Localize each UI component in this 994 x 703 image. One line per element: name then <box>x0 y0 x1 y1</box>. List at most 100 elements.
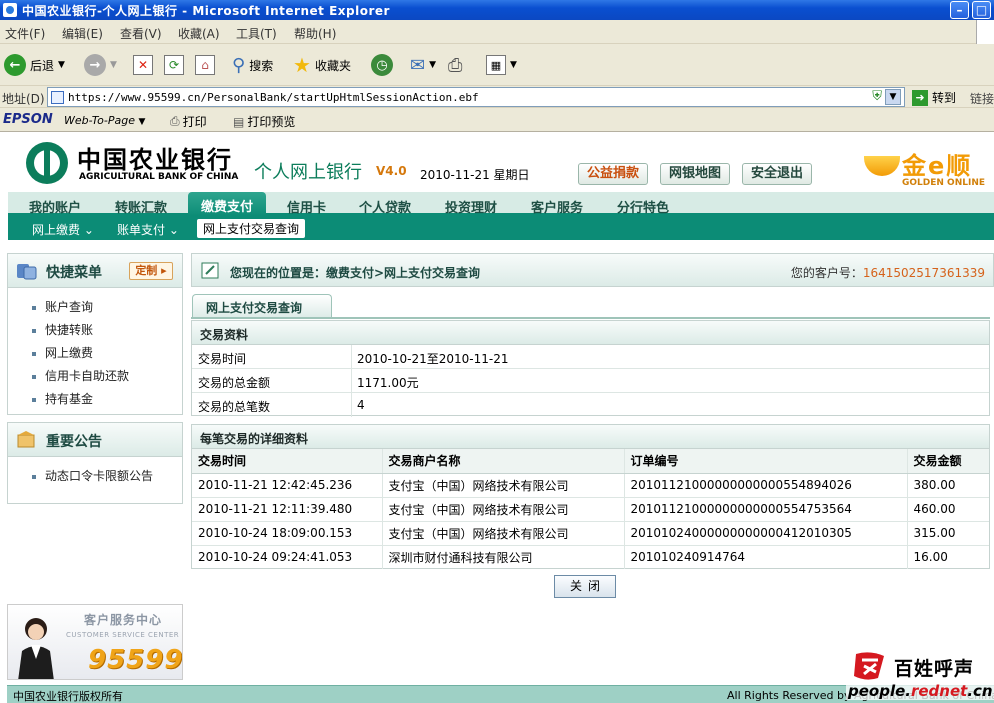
history-button[interactable]: ◷ <box>371 52 393 78</box>
summary-title: 交易资料 <box>192 321 989 345</box>
refresh-button[interactable]: ⟳ <box>164 52 184 78</box>
tab-my-account[interactable]: 我的账户 <box>29 197 81 216</box>
notice-header: 重要公告 <box>8 423 182 457</box>
address-input[interactable]: https://www.95599.cn/PersonalBank/startU… <box>47 87 905 107</box>
logout-button[interactable]: 安全退出 <box>742 163 813 185</box>
current-date: 2010-11-21 星期日 <box>420 168 530 182</box>
tab-divider <box>191 317 990 319</box>
service-phone: 95599 <box>88 645 183 675</box>
table-row: 2010-10-24 09:24:41.053 深圳市财付通科技有限公司 201… <box>192 545 989 569</box>
history-icon: ◷ <box>371 54 393 76</box>
dropdown-arrow-icon: ▼ <box>110 60 117 70</box>
quick-menu-icon <box>17 264 37 280</box>
product-version: V4.0 <box>376 164 407 178</box>
quick-item-account-query[interactable]: 账户查询 <box>8 296 182 319</box>
window-title-bar: 中国农业银行-个人网上银行 - Microsoft Internet Explo… <box>0 0 994 20</box>
address-dropdown-icon[interactable]: ▼ <box>885 89 901 105</box>
web-to-page-menu[interactable]: Web-To-Page ▼ <box>64 114 145 127</box>
notice-item-otp-limit[interactable]: 动态口令卡限额公告 <box>8 465 182 488</box>
gold-ingot-icon <box>864 156 900 176</box>
forward-arrow-icon: → <box>84 54 106 76</box>
notice-icon <box>17 431 35 448</box>
printer-icon: ⎙ <box>170 114 180 128</box>
menu-view[interactable]: 查看(V) <box>120 25 162 42</box>
donation-button[interactable]: 公益捐款 <box>578 163 649 185</box>
favorites-button[interactable]: ★ 收藏夹 <box>293 52 351 78</box>
epson-print-button[interactable]: ⎙ 打印 <box>170 113 207 130</box>
detail-title: 每笔交易的详细资料 <box>192 425 989 449</box>
customer-service-banner[interactable]: 客户服务中心 CUSTOMER SERVICE CENTER 95599 <box>7 604 183 680</box>
summary-row: 交易的总金额 1171.00元 <box>192 369 989 393</box>
tab-personal-loan[interactable]: 个人贷款 <box>359 197 411 216</box>
go-button[interactable]: ➜ 转到 <box>912 89 956 106</box>
notice-panel: 重要公告 动态口令卡限额公告 <box>7 422 183 504</box>
table-row: 2010-10-24 18:09:00.153 支付宝（中国）网络技术有限公司 … <box>192 521 989 546</box>
tab-customer-service[interactable]: 客户服务 <box>531 197 583 216</box>
address-label: 地址(D) <box>2 92 45 106</box>
search-button[interactable]: ⚲ 搜索 <box>232 52 273 78</box>
security-shield-icon[interactable]: ⛨ <box>872 89 882 104</box>
customize-button[interactable]: 定制 ▸ <box>129 262 173 280</box>
tab-credit-card[interactable]: 信用卡 <box>287 197 326 216</box>
menu-edit[interactable]: 编辑(E) <box>62 25 103 42</box>
edit-icon: ▦ <box>486 55 506 75</box>
links-label[interactable]: 链接 <box>970 90 994 107</box>
forward-button[interactable]: → ▼ <box>84 52 117 78</box>
subnav-online-payment[interactable]: 网上缴费 ⌄ <box>32 221 94 238</box>
stop-icon: ✕ <box>133 55 153 75</box>
epson-print-preview-button[interactable]: ▤ 打印预览 <box>233 113 295 130</box>
menu-file[interactable]: 文件(F) <box>5 25 45 42</box>
quick-menu-panel: 快捷菜单 定制 ▸ 账户查询 快捷转账 网上缴费 信用卡自助还款 持有基金 <box>7 253 183 415</box>
dropdown-arrow-icon: ▼ <box>429 60 437 70</box>
tab-payment-query[interactable]: 网上支付交易查询 <box>192 294 332 318</box>
quick-item-funds[interactable]: 持有基金 <box>8 388 182 411</box>
print-button[interactable]: ⎙ <box>448 52 462 78</box>
preview-icon: ▤ <box>233 114 245 129</box>
quick-item-online-payment[interactable]: 网上缴费 <box>8 342 182 365</box>
epson-logo: EPSON <box>3 112 53 127</box>
sub-nav: 网上缴费 ⌄ 账单支付 ⌄ 网上支付交易查询 <box>8 216 994 240</box>
summary-panel: 交易资料 交易时间 2010-10-21至2010-11-21 交易的总金额 1… <box>191 320 990 417</box>
detail-panel: 每笔交易的详细资料 交易时间 交易商户名称 订单编号 交易金额 2010-11-… <box>191 424 990 569</box>
service-agent-image <box>18 618 54 679</box>
bank-header: 中国农业银行 AGRICULTURAL BANK OF CHINA 个人网上银行… <box>0 132 994 192</box>
subnav-payment-query[interactable]: 网上支付交易查询 <box>197 219 306 238</box>
close-button[interactable]: 关闭 <box>554 575 616 598</box>
menu-favorites[interactable]: 收藏(A) <box>178 25 220 42</box>
minimize-button[interactable]: – <box>950 1 969 19</box>
menu-tools[interactable]: 工具(T) <box>236 25 277 42</box>
search-icon: ⚲ <box>232 54 246 76</box>
table-header-row: 交易时间 交易商户名称 订单编号 交易金额 <box>192 449 989 474</box>
subnav-bill-payment[interactable]: 账单支付 ⌄ <box>117 221 179 238</box>
mail-button[interactable]: ✉ ▼ <box>410 52 436 78</box>
quick-menu-header: 快捷菜单 定制 ▸ <box>8 254 182 288</box>
main-nav: 我的账户 转账汇款 缴费支付 信用卡 个人贷款 投资理财 客户服务 分行特色 <box>8 192 994 216</box>
site-map-button[interactable]: 网银地图 <box>660 163 731 185</box>
tab-transfer[interactable]: 转账汇款 <box>115 197 167 216</box>
back-button[interactable]: ← 后退 ▼ <box>4 52 65 78</box>
stop-button[interactable]: ✕ <box>133 52 153 78</box>
product-name: 个人网上银行 <box>254 162 362 183</box>
home-button[interactable]: ⌂ <box>195 52 215 78</box>
tab-branch-features[interactable]: 分行特色 <box>617 197 669 216</box>
windows-flag-icon <box>976 20 994 44</box>
location-icon <box>201 262 219 279</box>
col-header-order-no: 订单编号 <box>624 449 908 474</box>
mail-icon: ✉ <box>410 54 426 76</box>
tab-payment[interactable]: 缴费支付 <box>188 192 267 216</box>
maximize-button[interactable]: □ <box>972 1 991 19</box>
menu-help[interactable]: 帮助(H) <box>294 25 336 42</box>
address-bar: 地址(D) https://www.95599.cn/PersonalBank/… <box>0 86 994 108</box>
bank-name-en: AGRICULTURAL BANK OF CHINA <box>79 172 239 182</box>
bank-name: 中国农业银行 <box>77 145 233 174</box>
table-row: 2010-11-21 12:42:45.236 支付宝（中国）网络技术有限公司 … <box>192 473 989 498</box>
breadcrumb: 您现在的位置是：缴费支付>网上支付交易查询 <box>230 266 481 280</box>
abc-logo-icon <box>26 142 68 184</box>
quick-item-quick-transfer[interactable]: 快捷转账 <box>8 319 182 342</box>
edit-button[interactable]: ▦ ▼ <box>486 52 517 78</box>
go-arrow-icon: ➜ <box>912 89 928 106</box>
quick-item-credit-repay[interactable]: 信用卡自助还款 <box>8 365 182 388</box>
printer-icon: ⎙ <box>448 54 463 76</box>
tab-investment[interactable]: 投资理财 <box>445 197 497 216</box>
epson-toolbar: EPSON Web-To-Page ▼ ⎙ 打印 ▤ 打印预览 <box>0 108 994 132</box>
